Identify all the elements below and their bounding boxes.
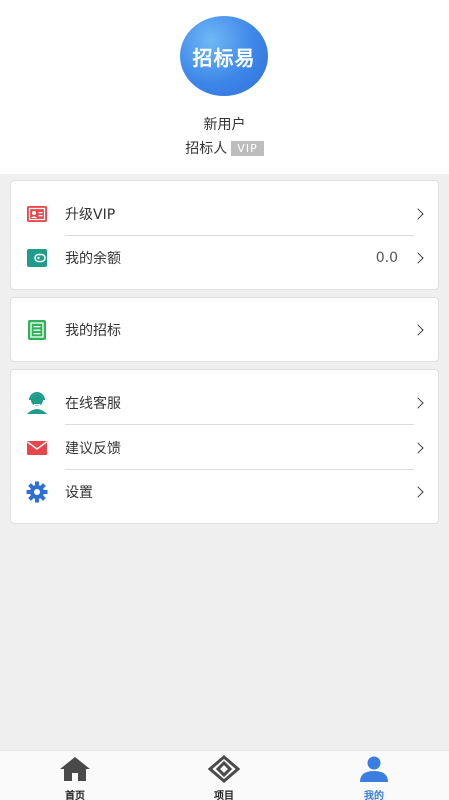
role-label: 招标人: [185, 141, 228, 157]
chevron-right-icon: [412, 397, 424, 409]
my-bids-item[interactable]: 我的招标: [11, 308, 438, 352]
mail-icon: [25, 436, 49, 460]
tab-projects-label: 项目: [214, 791, 234, 800]
chevron-right-icon: [412, 252, 424, 264]
upgrade-vip-item[interactable]: 升级VIP: [11, 192, 438, 236]
balance-value: 0.0: [375, 250, 398, 266]
chevron-right-icon: [412, 324, 424, 336]
tab-mine-label: 我的: [364, 791, 384, 800]
my-bids-label: 我的招标: [65, 323, 121, 339]
chevron-right-icon: [412, 486, 424, 498]
feedback-label: 建议反馈: [65, 441, 121, 457]
user-icon: [358, 755, 390, 783]
app-logo: 招标易: [180, 16, 268, 96]
customer-service-icon: [25, 391, 49, 415]
tab-mine[interactable]: 我的: [344, 751, 404, 800]
vip-card-icon: [25, 202, 49, 226]
logo-text: 招标易: [192, 45, 256, 70]
profile-header: 招标易 新用户 招标人 VIP: [0, 0, 449, 174]
support-card: 在线客服 建议反馈 设置: [10, 369, 439, 524]
balance-label: 我的余额: [65, 251, 121, 267]
wallet-icon: [25, 246, 49, 270]
chevron-right-icon: [412, 208, 424, 220]
bids-card: 我的招标: [10, 297, 439, 362]
projects-icon: [207, 755, 241, 783]
notebook-icon: [25, 318, 49, 342]
chevron-right-icon: [412, 442, 424, 454]
balance-item[interactable]: 我的余额 0.0: [11, 236, 438, 280]
divider: [65, 424, 414, 425]
upgrade-vip-label: 升级VIP: [65, 207, 116, 223]
vip-badge: VIP: [231, 140, 264, 156]
tab-home[interactable]: 首页: [45, 751, 105, 800]
online-service-label: 在线客服: [65, 396, 121, 412]
role-row: 招标人 VIP: [0, 138, 449, 158]
feedback-item[interactable]: 建议反馈: [11, 426, 438, 470]
gear-icon: [25, 480, 49, 504]
tab-projects[interactable]: 项目: [194, 751, 254, 800]
username[interactable]: 新用户: [0, 114, 449, 134]
settings-item[interactable]: 设置: [11, 470, 438, 514]
account-card: 升级VIP 我的余额 0.0: [10, 180, 439, 290]
home-icon: [59, 755, 91, 783]
online-service-item[interactable]: 在线客服: [11, 381, 438, 425]
settings-label: 设置: [65, 485, 93, 501]
bottom-tab-bar: 首页 项目 我的: [0, 750, 449, 800]
tab-home-label: 首页: [65, 791, 85, 800]
